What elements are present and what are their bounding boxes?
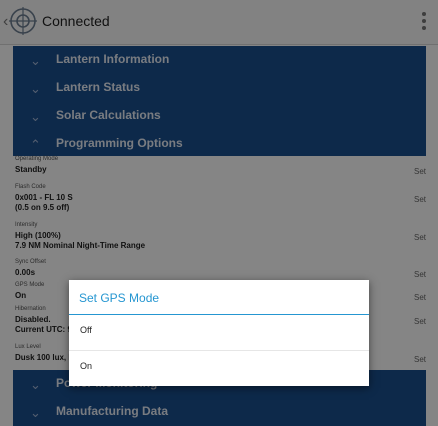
option-off[interactable]: Off	[69, 315, 369, 350]
dialog-title: Set GPS Mode	[79, 291, 160, 305]
option-on[interactable]: On	[69, 351, 369, 386]
set-gps-mode-dialog: Set GPS Mode Off On	[69, 280, 369, 386]
